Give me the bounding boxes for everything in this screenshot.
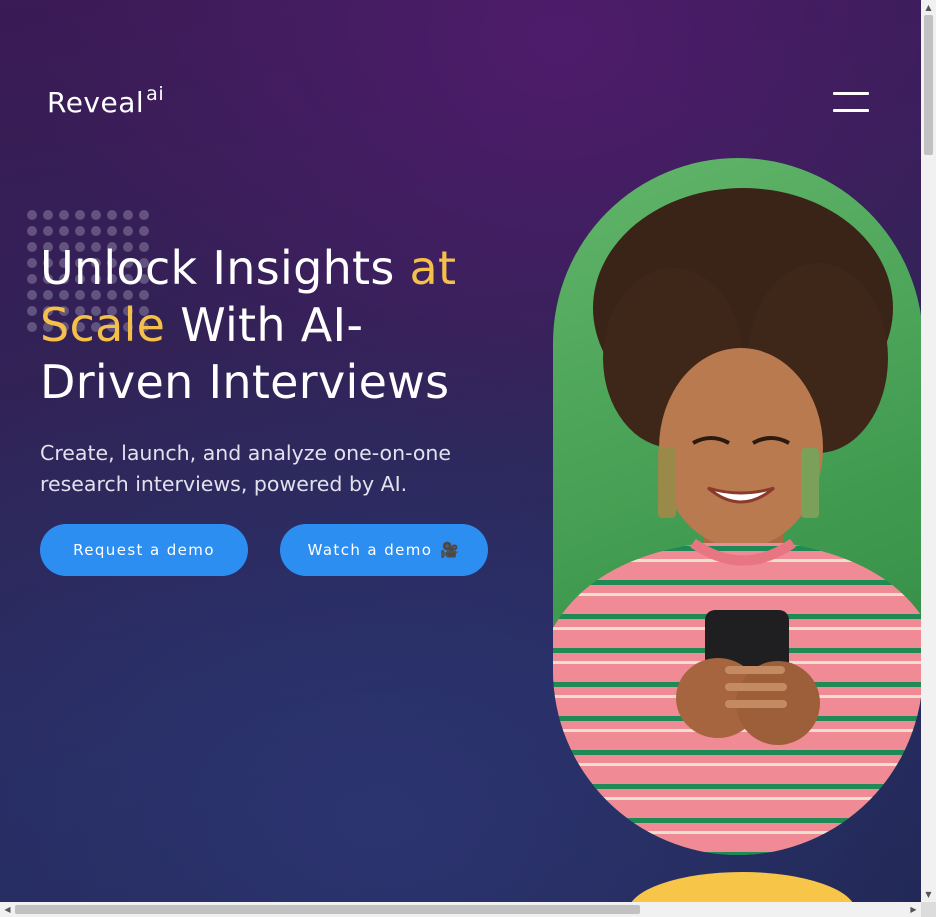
scrollbar-corner <box>921 902 936 917</box>
decorative-dot <box>75 210 85 220</box>
hero-subtext: Create, launch, and analyze one-on-one r… <box>40 441 451 496</box>
decorative-dot <box>75 226 85 236</box>
decorative-dot <box>27 242 37 252</box>
decorative-dot <box>139 210 149 220</box>
decorative-yellow-shape <box>628 872 856 902</box>
decorative-dot <box>59 226 69 236</box>
logo-superscript: ai <box>146 83 165 105</box>
watch-demo-button[interactable]: Watch a demo 🎥 <box>280 524 488 576</box>
hero-image <box>553 158 921 855</box>
headline-accent-1: at <box>409 241 457 295</box>
video-camera-icon: 🎥 <box>440 541 461 559</box>
decorative-dot <box>59 210 69 220</box>
decorative-dot <box>107 210 117 220</box>
decorative-dot <box>43 210 53 220</box>
decorative-dot <box>27 258 37 268</box>
vertical-scrollbar[interactable]: ▲ ▼ <box>921 0 936 902</box>
request-demo-button[interactable]: Request a demo <box>40 524 248 576</box>
decorative-dot <box>123 226 133 236</box>
decorative-dot <box>27 274 37 284</box>
decorative-dot <box>139 226 149 236</box>
decorative-dot <box>27 290 37 300</box>
decorative-dot <box>107 226 117 236</box>
logo[interactable]: Reveal ai <box>47 83 165 119</box>
watch-demo-label: Watch a demo <box>307 541 433 559</box>
logo-text: Reveal <box>47 86 145 119</box>
decorative-dot <box>27 210 37 220</box>
decorative-dot <box>43 226 53 236</box>
headline-text-3: Driven Interviews <box>40 355 450 409</box>
headline-accent-2: Scale <box>40 298 166 352</box>
decorative-dot <box>27 322 37 332</box>
decorative-dot <box>91 226 101 236</box>
woman-with-phone-illustration <box>553 188 921 855</box>
headline-text-2: With AI- <box>165 298 364 352</box>
scroll-down-arrow-icon[interactable]: ▼ <box>921 887 936 902</box>
page-viewport: Reveal ai Unlock Insights at Scale With A… <box>0 0 921 902</box>
hamburger-menu-icon[interactable] <box>831 92 871 114</box>
headline-text-1: Unlock Insights <box>40 241 410 295</box>
decorative-dot <box>91 210 101 220</box>
horizontal-scrollbar[interactable]: ◀ ▶ <box>0 902 921 917</box>
scroll-up-arrow-icon[interactable]: ▲ <box>921 0 936 15</box>
menu-bar-bottom <box>833 109 869 112</box>
request-demo-label: Request a demo <box>73 541 215 559</box>
decorative-dot <box>27 306 37 316</box>
decorative-dot <box>27 226 37 236</box>
scroll-left-arrow-icon[interactable]: ◀ <box>0 902 15 917</box>
menu-bar-top <box>833 92 869 95</box>
horizontal-scroll-thumb[interactable] <box>15 905 640 914</box>
hero-headline: Unlock Insights at Scale With AI- Driven… <box>40 240 510 411</box>
scroll-right-arrow-icon[interactable]: ▶ <box>906 902 921 917</box>
vertical-scroll-thumb[interactable] <box>924 15 933 155</box>
decorative-dot <box>123 210 133 220</box>
